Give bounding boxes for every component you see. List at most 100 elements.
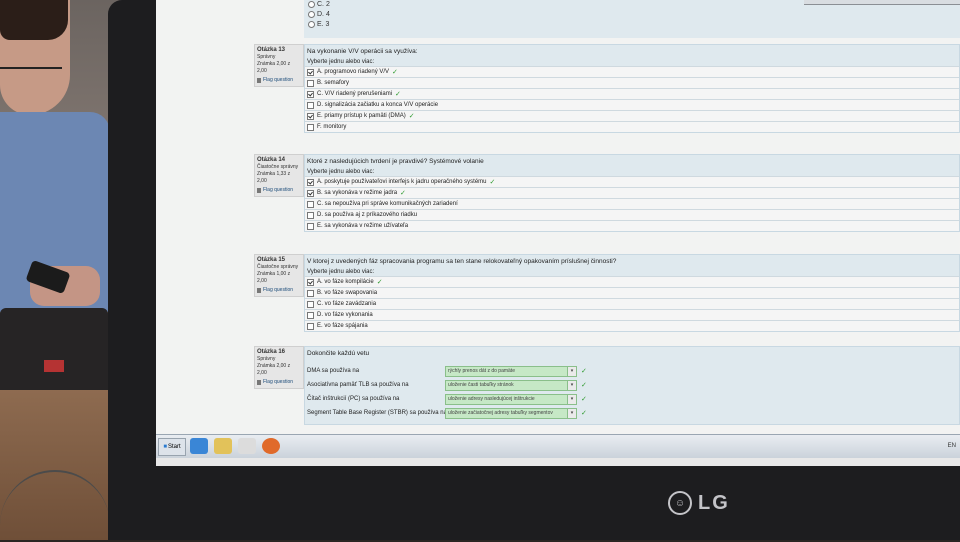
flag-icon bbox=[257, 380, 261, 385]
answer-text: D. signalizácia začiatku a konca V/V ope… bbox=[317, 102, 439, 108]
answer-select[interactable]: uloženie časti tabuľky stránok ▾ bbox=[445, 379, 577, 391]
answer-option[interactable]: E. priamy prístup k pamäti (DMA) ✓ bbox=[305, 110, 959, 121]
question-score: Známka 2,00 z 2,00 bbox=[257, 61, 291, 74]
answer-text: D. vo fáze vykonania bbox=[317, 312, 373, 318]
correct-check-icon: ✓ bbox=[581, 368, 587, 375]
answer-option[interactable]: F. monitory bbox=[305, 121, 959, 132]
checkbox-icon[interactable] bbox=[307, 211, 314, 219]
flag-question-link[interactable]: Flag question bbox=[257, 287, 301, 294]
top-scroll-bar[interactable] bbox=[804, 0, 960, 5]
question-number: Otázka 13 bbox=[257, 47, 286, 53]
select-value: uloženie časti tabuľky stránok bbox=[448, 382, 514, 388]
match-label: DMA sa používa na bbox=[307, 368, 360, 374]
answer-prompt: Vyberte jednu alebo viac: bbox=[307, 59, 375, 65]
chevron-down-icon: ▾ bbox=[567, 394, 576, 404]
answer-option[interactable]: A. poskytuje používateľovi interfejs k j… bbox=[305, 176, 959, 187]
correct-check-icon: ✓ bbox=[392, 69, 398, 76]
answer-option[interactable]: D. signalizácia začiatku a konca V/V ope… bbox=[305, 99, 959, 110]
option-d[interactable]: D. 4 bbox=[308, 11, 330, 18]
checkbox-icon[interactable] bbox=[307, 322, 314, 330]
correct-check-icon: ✓ bbox=[581, 410, 587, 417]
screen: C. 2 D. 4 E. 3 Otázka 13 Správny Známka … bbox=[156, 0, 960, 466]
answer-text: C. vo fáze zavádzania bbox=[317, 301, 377, 307]
person-hair bbox=[0, 0, 68, 40]
option-label: E. 3 bbox=[317, 21, 330, 28]
question-content: Dokončite každú vetu DMA sa používa na r… bbox=[304, 346, 960, 425]
answer-option[interactable]: C. V/V riadený prerušeniami ✓ bbox=[305, 88, 959, 99]
select-value: rýchly prenos dát z do pamäte bbox=[448, 368, 515, 374]
answer-option[interactable]: B. vo fáze swapovania bbox=[305, 287, 959, 298]
answer-text: B. sa vykonáva v režime jadra bbox=[317, 190, 398, 196]
flag-question-link[interactable]: Flag question bbox=[257, 379, 301, 386]
question-text: Dokončite každú vetu bbox=[307, 350, 370, 357]
checkbox-checked-icon[interactable] bbox=[307, 68, 314, 76]
option-e[interactable]: E. 3 bbox=[308, 21, 329, 28]
start-button[interactable]: ■ Start bbox=[158, 438, 186, 456]
question-status: Čiastočne správny bbox=[257, 264, 299, 270]
checkbox-icon[interactable] bbox=[307, 311, 314, 319]
answer-option[interactable]: D. vo fáze vykonania bbox=[305, 309, 959, 320]
flag-question-link[interactable]: Flag question bbox=[257, 187, 301, 194]
checkbox-checked-icon[interactable] bbox=[307, 189, 314, 197]
checkbox-icon[interactable] bbox=[307, 200, 314, 208]
match-label: Segment Table Base Register (STBR) sa po… bbox=[307, 410, 447, 416]
answer-option[interactable]: D. sa používa aj z príkazového riadku bbox=[305, 209, 959, 220]
question-text: Na vykonanie V/V operácii sa využíva: bbox=[307, 48, 418, 55]
brand-text: LG bbox=[698, 491, 730, 514]
monitor-brand: ☺ LG bbox=[668, 488, 768, 518]
screen-bottom-edge bbox=[156, 458, 960, 466]
checkbox-icon[interactable] bbox=[307, 300, 314, 308]
match-row: Asociatívna pamäť TLB sa používa na ulož… bbox=[305, 378, 959, 392]
checkbox-icon[interactable] bbox=[307, 101, 314, 109]
answer-option[interactable]: A. vo fáze kompilácie ✓ bbox=[305, 276, 959, 287]
media-player-icon[interactable] bbox=[238, 438, 256, 454]
answer-text: B. semafory bbox=[317, 80, 350, 86]
correct-check-icon: ✓ bbox=[489, 179, 496, 186]
option-c[interactable]: C. 2 bbox=[308, 1, 330, 8]
answer-option[interactable]: E. vo fáze spájania bbox=[305, 320, 959, 331]
question-number: Otázka 16 bbox=[257, 349, 286, 355]
question-text: V ktorej z uvedených fáz spracovania pro… bbox=[307, 258, 617, 265]
question-number: Otázka 14 bbox=[257, 157, 286, 163]
question-number: Otázka 15 bbox=[257, 257, 286, 263]
answer-select[interactable]: uloženie začiatočnej adresy tabuľky segm… bbox=[445, 407, 577, 419]
radio-icon bbox=[308, 11, 315, 18]
question-status: Správny bbox=[257, 356, 276, 362]
correct-check-icon: ✓ bbox=[376, 279, 383, 286]
quiz-page: C. 2 D. 4 E. 3 Otázka 13 Správny Známka … bbox=[156, 0, 960, 434]
answer-text: C. sa nepoužíva pri správe komunikačných… bbox=[317, 201, 458, 207]
answer-option[interactable]: E. sa vykonáva v režime užívateľa bbox=[305, 220, 959, 231]
file-explorer-icon[interactable] bbox=[214, 438, 232, 454]
question-score: Známka 1,33 z 2,00 bbox=[257, 171, 291, 184]
answer-option[interactable]: B. sa vykonáva v režime jadra ✓ bbox=[305, 187, 959, 198]
checkbox-icon[interactable] bbox=[307, 79, 314, 87]
answer-text: E. sa vykonáva v režime užívateľa bbox=[317, 223, 409, 229]
question-info: Otázka 16 Správny Známka 2,00 z 2,00 Fla… bbox=[254, 346, 304, 389]
answer-select[interactable]: uloženie adresy nasledujúcej inštrukcie ▾ bbox=[445, 393, 577, 405]
language-indicator[interactable]: EN bbox=[948, 443, 956, 449]
match-row: Segment Table Base Register (STBR) sa po… bbox=[305, 406, 959, 420]
flag-question-link[interactable]: Flag question bbox=[257, 77, 301, 84]
checkbox-checked-icon[interactable] bbox=[307, 112, 314, 120]
flag-label: Flag question bbox=[263, 287, 294, 293]
checkbox-icon[interactable] bbox=[307, 289, 314, 297]
question-status: Správny bbox=[257, 54, 276, 60]
answer-text: E. vo fáze spájania bbox=[317, 323, 368, 329]
answer-option[interactable]: B. semafory bbox=[305, 77, 959, 88]
checkbox-checked-icon[interactable] bbox=[307, 178, 314, 186]
radio-icon bbox=[308, 1, 315, 8]
checkbox-icon[interactable] bbox=[307, 123, 314, 131]
checkbox-checked-icon[interactable] bbox=[307, 90, 314, 98]
previous-question-tail: C. 2 D. 4 E. 3 bbox=[304, 0, 960, 38]
flag-icon bbox=[257, 288, 261, 293]
internet-explorer-icon[interactable] bbox=[190, 438, 208, 454]
firefox-icon[interactable] bbox=[262, 438, 280, 454]
answer-option[interactable]: C. sa nepoužíva pri správe komunikačných… bbox=[305, 198, 959, 209]
option-label: D. 4 bbox=[317, 11, 330, 18]
checkbox-icon[interactable] bbox=[307, 222, 314, 230]
checkbox-checked-icon[interactable] bbox=[307, 278, 314, 286]
flag-icon bbox=[257, 78, 261, 83]
answer-option[interactable]: C. vo fáze zavádzania bbox=[305, 298, 959, 309]
answer-option[interactable]: A. programovo riadený V/V ✓ bbox=[305, 66, 959, 77]
answer-select[interactable]: rýchly prenos dát z do pamäte ▾ bbox=[445, 365, 577, 377]
